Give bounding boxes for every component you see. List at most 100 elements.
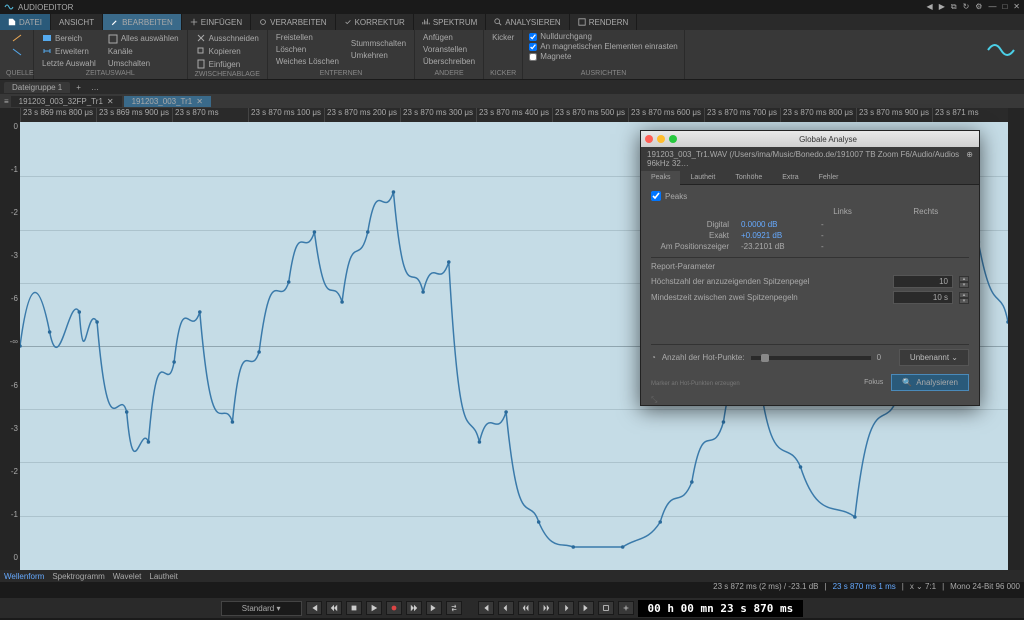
- transport-forward[interactable]: [406, 601, 422, 615]
- settings-icon[interactable]: ⚙: [975, 2, 982, 12]
- tool-crop[interactable]: Freistellen: [274, 32, 341, 43]
- dlgtab-peaks[interactable]: Peaks: [641, 171, 680, 185]
- tool-level[interactable]: [10, 46, 24, 58]
- window-controls: ◀ ▶ ⧉ ↻ ⚙ — □ ✕: [927, 2, 1020, 12]
- tool-selectall[interactable]: Alles auswählen: [106, 33, 181, 45]
- tool-paste[interactable]: Einfügen: [194, 58, 261, 70]
- transport-play[interactable]: [366, 601, 382, 615]
- tool-time[interactable]: [10, 32, 24, 44]
- menu-ansicht[interactable]: ANSICHT: [51, 14, 103, 30]
- maximize-icon[interactable]: □: [1002, 2, 1007, 12]
- check-magnets[interactable]: Magnete: [529, 52, 677, 61]
- menu-rendern[interactable]: RENDERN: [570, 14, 638, 30]
- resize-grip-icon[interactable]: ⤡: [651, 395, 657, 405]
- tool-lastselection[interactable]: Letzte Auswahl: [40, 58, 98, 69]
- transport-record[interactable]: [386, 601, 402, 615]
- tool-delete[interactable]: Löschen: [274, 44, 341, 55]
- viewtab-wavelet[interactable]: Wavelet: [113, 572, 142, 581]
- dlgtab-pitch[interactable]: Tonhöhe: [725, 171, 772, 184]
- peaks-checkbox[interactable]: Peaks: [651, 191, 969, 201]
- marker-prev[interactable]: [478, 601, 494, 615]
- spin-down-icon[interactable]: ▾: [959, 282, 969, 288]
- tool-append[interactable]: Anfügen: [421, 32, 477, 43]
- menu-spektrum[interactable]: SPEKTRUM: [414, 14, 486, 30]
- right-gutter: [1008, 108, 1024, 570]
- menu-verarbeiten[interactable]: VERARBEITEN: [251, 14, 335, 30]
- tabgroup-menu-button[interactable]: …: [87, 83, 103, 92]
- viewtab-spectrogram[interactable]: Spektrogramm: [52, 572, 104, 581]
- tool-reverse[interactable]: Umkehren: [349, 50, 408, 61]
- tool-copy[interactable]: Kopieren: [194, 45, 261, 57]
- param-maxpeaks-input[interactable]: 10: [893, 275, 953, 288]
- tool-kicker[interactable]: Kicker: [490, 32, 516, 43]
- marker-region[interactable]: [598, 601, 614, 615]
- marker-next2[interactable]: [558, 601, 574, 615]
- tool-mute[interactable]: Stummschalten: [349, 38, 408, 49]
- close-icon[interactable]: ✕: [1013, 2, 1020, 12]
- transport-loop[interactable]: [446, 601, 462, 615]
- analyze-button[interactable]: 🔍Analysieren: [891, 374, 969, 391]
- close-tab-icon[interactable]: ✕: [196, 97, 203, 106]
- dialog-zoom-icon[interactable]: [669, 135, 677, 143]
- tool-prepend[interactable]: Voranstellen: [421, 44, 477, 55]
- close-tab-icon[interactable]: ✕: [107, 97, 114, 106]
- file-tab-2[interactable]: 191203_003_Tr1✕: [124, 96, 211, 107]
- viewtab-loudness[interactable]: Lautheit: [149, 572, 177, 581]
- menu-bearbeiten[interactable]: BEARBEITEN: [103, 14, 182, 30]
- spin-down-icon[interactable]: ▾: [959, 298, 969, 304]
- nav-fwd-icon[interactable]: ▶: [939, 2, 945, 12]
- dialog-titlebar[interactable]: Globale Analyse: [641, 131, 979, 147]
- unnamed-preset-button[interactable]: Unbenannt ⌄: [899, 349, 969, 366]
- tab-group-1[interactable]: Dateigruppe 1: [4, 82, 70, 93]
- dialog-minimize-icon[interactable]: [657, 135, 665, 143]
- transport-end[interactable]: [426, 601, 442, 615]
- nav-back-icon[interactable]: ◀: [927, 2, 933, 12]
- hotpoints-hint[interactable]: Marker an Hot-Punkten erzeugen: [651, 381, 740, 387]
- viewtab-waveform[interactable]: Wellenform: [4, 572, 44, 581]
- dialog-file-path[interactable]: 191203_003_Tr1.WAV (/Users/ima/Music/Bon…: [641, 147, 979, 171]
- marker-next[interactable]: [578, 601, 594, 615]
- check-magnetsnap[interactable]: An magnetischen Elementen einrasten: [529, 42, 677, 51]
- file-tab-menu-icon[interactable]: ≡: [4, 97, 9, 106]
- add-tabgroup-button[interactable]: +: [72, 83, 85, 92]
- tool-range[interactable]: Bereich: [40, 32, 98, 44]
- status-device: Mono 24-Bit 96 000: [950, 582, 1020, 591]
- peaks-digital-value[interactable]: 0.0000 dB: [741, 220, 821, 229]
- marker-skipfwd[interactable]: [538, 601, 554, 615]
- tool-channels[interactable]: Kanäle: [106, 46, 181, 57]
- time-ruler[interactable]: 23 s 869 ms 800 μs23 s 869 ms 900 μs23 s…: [20, 108, 1008, 122]
- path-menu-icon[interactable]: ⊕: [966, 150, 973, 168]
- history-icon[interactable]: ↻: [963, 2, 970, 12]
- restore-icon[interactable]: ⧉: [951, 2, 957, 12]
- transport-preset-select[interactable]: Standard ▾: [221, 601, 302, 616]
- menu-korrektur[interactable]: KORREKTUR: [336, 14, 414, 30]
- focus-label[interactable]: Fokus: [864, 379, 883, 386]
- transport-stop[interactable]: [346, 601, 362, 615]
- dlgtab-errors[interactable]: Fehler: [809, 171, 849, 184]
- menu-analysieren[interactable]: ANALYSIEREN: [486, 14, 569, 30]
- file-tab-1[interactable]: 191203_003_32FP_Tr1✕: [11, 96, 122, 107]
- check-zerocrossing[interactable]: Nulldurchgang: [529, 32, 677, 41]
- ribbon-group-source: QUELLE: [0, 30, 34, 79]
- marker-prev2[interactable]: [498, 601, 514, 615]
- minimize-icon[interactable]: —: [988, 2, 996, 12]
- param-mintime-input[interactable]: 10 s: [893, 291, 953, 304]
- menu-einfuegen[interactable]: EINFÜGEN: [182, 14, 251, 30]
- peaks-exact-value[interactable]: +0.0921 dB: [741, 231, 821, 240]
- transport-rewind[interactable]: [326, 601, 342, 615]
- dialog-close-icon[interactable]: [645, 135, 653, 143]
- app-brand: AUDIOEDITOR: [4, 2, 73, 12]
- tool-extend[interactable]: Erweitern: [40, 45, 98, 57]
- hotpoints-slider[interactable]: [751, 356, 871, 360]
- dlgtab-loudness[interactable]: Lautheit: [680, 171, 725, 184]
- menu-file[interactable]: DATEI: [0, 14, 51, 30]
- marker-add[interactable]: [618, 601, 634, 615]
- tool-overwrite[interactable]: Überschreiben: [421, 56, 477, 67]
- status-zoom[interactable]: x ⌄ 7:1: [910, 582, 936, 591]
- dlgtab-extra[interactable]: Extra: [772, 171, 808, 184]
- tool-cut[interactable]: Ausschneiden: [194, 32, 261, 44]
- tool-softdelete[interactable]: Weiches Löschen: [274, 56, 341, 67]
- marker-skipback[interactable]: [518, 601, 534, 615]
- tool-toggle[interactable]: Umschalten: [106, 58, 181, 69]
- transport-begin[interactable]: [306, 601, 322, 615]
